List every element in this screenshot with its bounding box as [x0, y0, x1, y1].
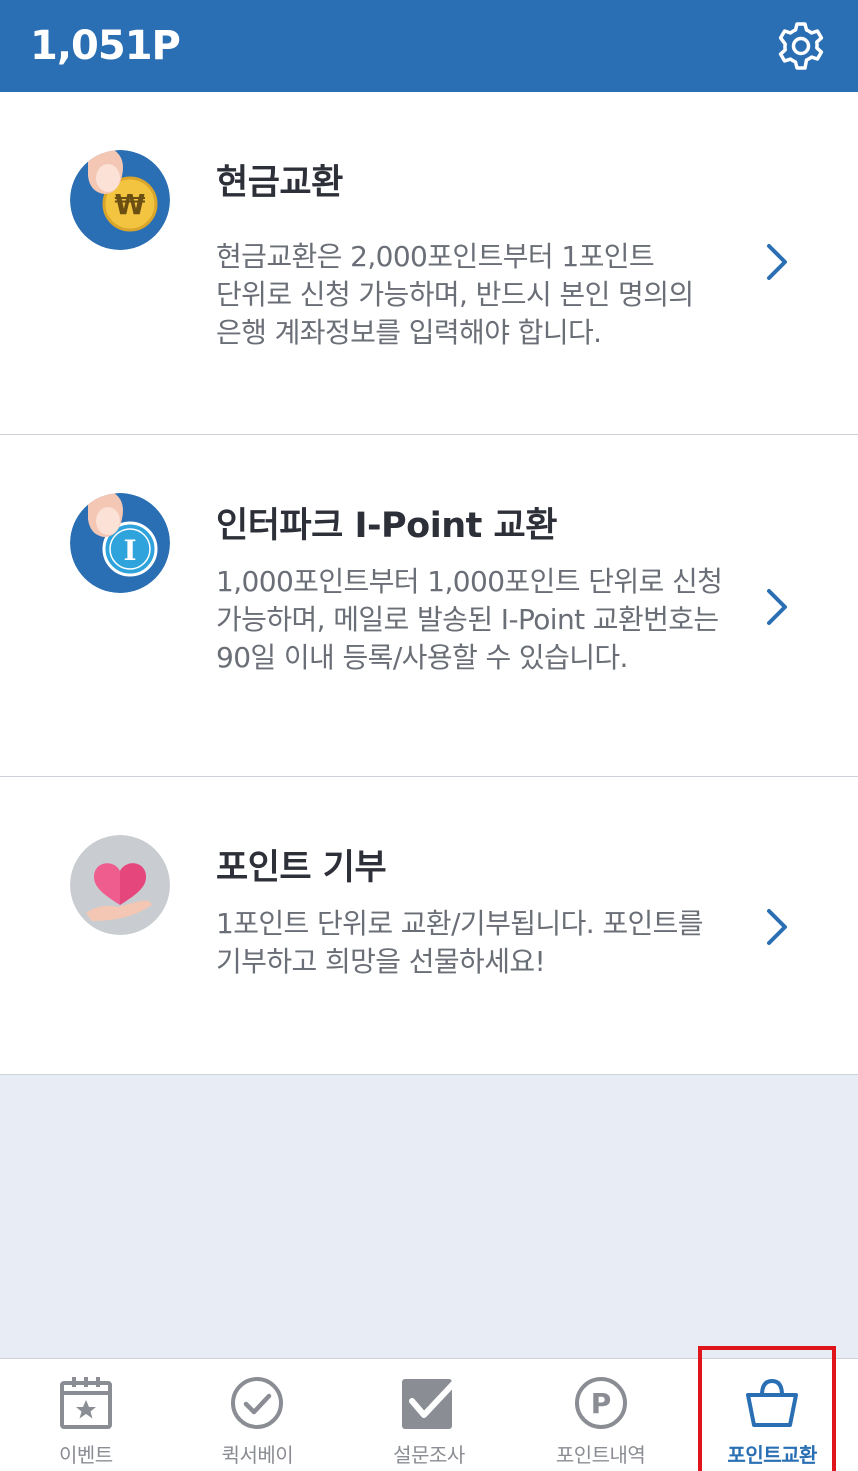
shopping-bag-icon — [742, 1373, 802, 1433]
heart-hand-icon — [70, 835, 170, 935]
tab-quick-survey[interactable]: 퀵서베이 — [172, 1359, 344, 1471]
tab-event[interactable]: 이벤트 — [0, 1359, 172, 1471]
card-description: 1포인트 단위로 교환/기부됩니다. 포인트를 기부하고 희망을 선물하세요! — [216, 907, 704, 978]
tab-point-history[interactable]: P 포인트내역 — [515, 1359, 687, 1471]
ipoint-coin-icon: I — [70, 493, 170, 593]
tab-label: 퀵서베이 — [221, 1443, 294, 1467]
bottom-tab-bar: 이벤트 퀵서베이 설문조사 P 포인트내역 포인트교환 — [0, 1358, 858, 1471]
card-title: 현금교환 — [216, 163, 343, 203]
svg-text:₩: ₩ — [115, 188, 146, 221]
gear-icon[interactable] — [774, 19, 828, 73]
tab-label: 설문조사 — [393, 1443, 465, 1467]
points-balance: 1,051P — [30, 23, 181, 69]
point-donation-card[interactable]: 포인트 기부 1포인트 단위로 교환/기부됩니다. 포인트를 기부하고 희망을 … — [0, 777, 858, 1075]
p-coin-icon: P — [571, 1373, 631, 1433]
card-title: 포인트 기부 — [216, 848, 387, 888]
tab-label: 포인트교환 — [727, 1443, 817, 1467]
tab-point-exchange[interactable]: 포인트교환 — [686, 1359, 858, 1471]
chevron-right-icon[interactable] — [762, 907, 792, 947]
tab-label: 포인트내역 — [555, 1443, 646, 1467]
cash-exchange-card[interactable]: ₩ 현금교환 현금교환은 2,000포인트부터 1포인트 단위로 신청 가능하며… — [0, 92, 858, 435]
card-description: 현금교환은 2,000포인트부터 1포인트 단위로 신청 가능하며, 반드시 본… — [216, 240, 694, 349]
tab-label: 이벤트 — [58, 1443, 113, 1467]
svg-text:P: P — [590, 1387, 611, 1420]
card-title: 인터파크 I-Point 교환 — [216, 506, 557, 546]
calendar-star-icon — [56, 1373, 116, 1433]
exchange-options-list: ₩ 현금교환 현금교환은 2,000포인트부터 1포인트 단위로 신청 가능하며… — [0, 92, 858, 1075]
app-header: 1,051P — [0, 0, 858, 92]
card-description: 1,000포인트부터 1,000포인트 단위로 신청 가능하며, 메일로 발송된… — [216, 565, 723, 674]
check-circle-icon — [227, 1373, 287, 1433]
svg-text:I: I — [123, 534, 136, 567]
tab-survey[interactable]: 설문조사 — [343, 1359, 515, 1471]
ipoint-exchange-card[interactable]: I 인터파크 I-Point 교환 1,000포인트부터 1,000포인트 단위… — [0, 435, 858, 777]
chevron-right-icon[interactable] — [762, 242, 792, 282]
chevron-right-icon[interactable] — [762, 587, 792, 627]
checkbox-icon — [399, 1373, 459, 1433]
won-coin-icon: ₩ — [70, 150, 170, 250]
